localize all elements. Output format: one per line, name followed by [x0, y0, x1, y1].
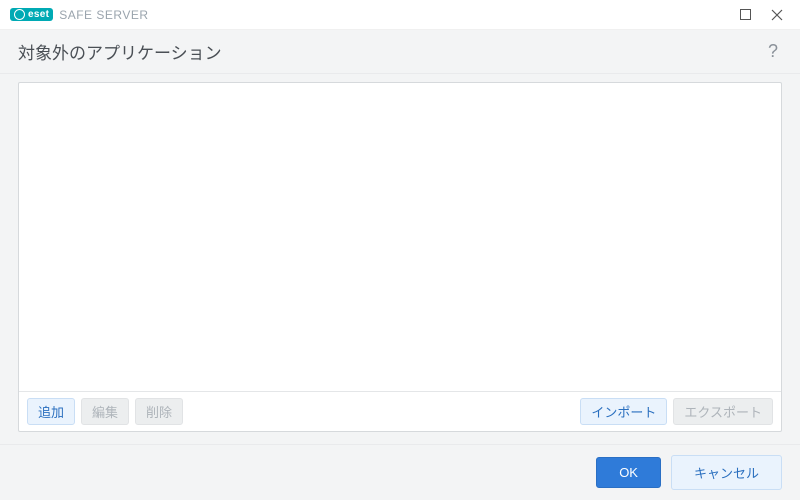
delete-button: 削除	[135, 398, 183, 425]
close-icon[interactable]	[768, 6, 786, 24]
ok-button[interactable]: OK	[596, 457, 661, 488]
brand-logo: eset	[10, 8, 53, 21]
help-icon[interactable]: ?	[764, 39, 782, 64]
list-toolbar: 追加 編集 削除 インポート エクスポート	[19, 391, 781, 431]
import-button[interactable]: インポート	[580, 398, 667, 425]
export-button: エクスポート	[673, 398, 773, 425]
titlebar: eset SAFE SERVER	[0, 0, 800, 30]
window-controls	[736, 6, 786, 24]
cancel-button[interactable]: キャンセル	[671, 455, 782, 490]
exclusion-list[interactable]	[19, 83, 781, 391]
page-title: 対象外のアプリケーション	[18, 39, 222, 64]
exclusion-list-box: 追加 編集 削除 インポート エクスポート	[18, 82, 782, 432]
dialog-footer: OK キャンセル	[0, 444, 800, 500]
brand-product-name: SAFE SERVER	[59, 8, 148, 22]
dialog-body: 追加 編集 削除 インポート エクスポート	[0, 74, 800, 444]
edit-button: 編集	[81, 398, 129, 425]
add-button[interactable]: 追加	[27, 398, 75, 425]
dialog-header: 対象外のアプリケーション ?	[0, 30, 800, 74]
maximize-icon[interactable]	[736, 6, 754, 24]
brand: eset SAFE SERVER	[10, 8, 149, 22]
